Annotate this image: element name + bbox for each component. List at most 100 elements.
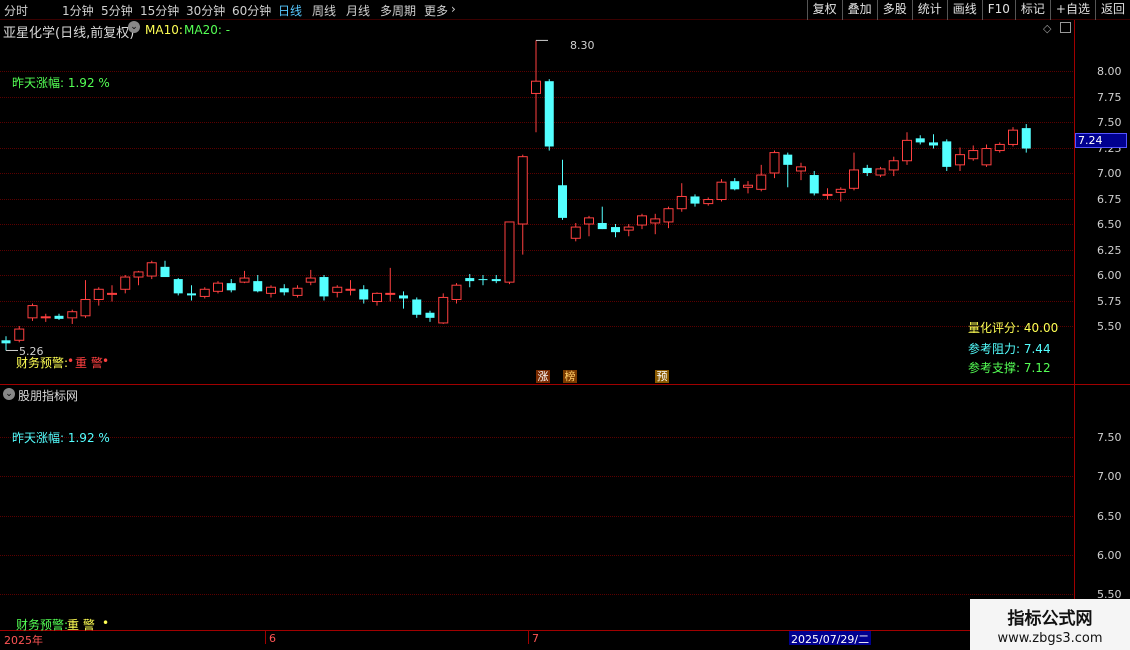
- candle[interactable]: [146, 260, 157, 280]
- candle[interactable]: [756, 164, 767, 192]
- candle-body: [981, 148, 992, 166]
- candle[interactable]: [597, 206, 607, 230]
- candle[interactable]: [849, 152, 859, 191]
- quant-score: 量化评分: 40.00: [968, 321, 1059, 335]
- candle[interactable]: [385, 267, 396, 302]
- candle[interactable]: [1, 336, 11, 351]
- candle[interactable]: [187, 285, 196, 301]
- candle[interactable]: [93, 287, 104, 306]
- candle[interactable]: [478, 275, 488, 286]
- candle[interactable]: [902, 132, 912, 165]
- candle[interactable]: [54, 313, 64, 320]
- candle[interactable]: [319, 275, 329, 301]
- candle[interactable]: [253, 275, 263, 293]
- candle[interactable]: [412, 297, 422, 318]
- candle[interactable]: [107, 285, 117, 302]
- candle[interactable]: [835, 187, 846, 202]
- candle[interactable]: [942, 139, 952, 171]
- candle[interactable]: [676, 183, 687, 212]
- candle[interactable]: [690, 194, 700, 207]
- candle[interactable]: [372, 292, 382, 306]
- support-level: 参考支撑: 7.12: [968, 361, 1051, 375]
- candle[interactable]: [438, 293, 449, 324]
- candle[interactable]: [425, 310, 435, 322]
- candle[interactable]: [504, 221, 515, 285]
- candle[interactable]: [558, 159, 567, 220]
- chevron-down-icon[interactable]: ⌄: [3, 388, 15, 400]
- candle[interactable]: [1021, 124, 1031, 153]
- candle[interactable]: [173, 278, 183, 296]
- candle[interactable]: [623, 224, 634, 237]
- candle-body: [716, 181, 727, 201]
- candle[interactable]: [994, 142, 1005, 153]
- candle-body: [266, 286, 276, 294]
- candle-body: [690, 196, 700, 204]
- candle[interactable]: [465, 273, 475, 288]
- event-tag-forecast[interactable]: 预: [655, 370, 669, 383]
- candle[interactable]: [888, 156, 899, 177]
- candle-body: [133, 271, 144, 278]
- candle[interactable]: [399, 291, 408, 309]
- candle[interactable]: [345, 280, 356, 296]
- candle[interactable]: [637, 213, 647, 230]
- candle[interactable]: [862, 164, 872, 177]
- candle-body: [345, 288, 356, 291]
- candle[interactable]: [40, 313, 51, 322]
- candle[interactable]: [517, 154, 528, 255]
- candle[interactable]: [359, 285, 369, 304]
- candle-body: [650, 218, 661, 224]
- candle-body: [531, 80, 541, 94]
- candle[interactable]: [822, 188, 833, 200]
- candle[interactable]: [239, 270, 250, 284]
- candle[interactable]: [611, 224, 620, 238]
- candle[interactable]: [67, 309, 78, 324]
- candle[interactable]: [531, 40, 541, 133]
- candle[interactable]: [783, 152, 793, 188]
- candle[interactable]: [929, 134, 938, 149]
- sub-y-tick: 7.50: [1097, 431, 1122, 444]
- candle[interactable]: [544, 79, 554, 151]
- candle[interactable]: [1008, 127, 1018, 147]
- candle[interactable]: [491, 275, 501, 284]
- event-tag-rank[interactable]: 榜: [563, 370, 577, 383]
- candle[interactable]: [332, 285, 343, 298]
- candle[interactable]: [279, 284, 289, 296]
- event-tag-limit-up[interactable]: 涨: [536, 370, 550, 383]
- candle[interactable]: [292, 285, 303, 298]
- candle[interactable]: [27, 303, 38, 321]
- candle[interactable]: [213, 281, 223, 294]
- candle[interactable]: [968, 145, 979, 161]
- candle[interactable]: [875, 166, 886, 178]
- candle[interactable]: [981, 144, 992, 167]
- candle[interactable]: [955, 147, 965, 171]
- candle[interactable]: [796, 162, 806, 181]
- candle[interactable]: [769, 150, 780, 179]
- candle[interactable]: [716, 179, 727, 202]
- sub-finance-warning-value: 重 警: [67, 618, 95, 632]
- candle[interactable]: [305, 269, 316, 286]
- candle[interactable]: [451, 283, 462, 304]
- back-button[interactable]: 返回: [1094, 0, 1130, 20]
- candle[interactable]: [915, 135, 925, 145]
- sub-y-tick: 6.50: [1097, 510, 1122, 523]
- y-tick: 6.75: [1097, 193, 1122, 206]
- candle[interactable]: [809, 170, 819, 196]
- candle[interactable]: [570, 222, 581, 242]
- candle[interactable]: [160, 260, 170, 278]
- candle-body: [544, 81, 554, 147]
- candle[interactable]: [584, 215, 594, 237]
- candle[interactable]: [650, 213, 661, 235]
- candle[interactable]: [120, 275, 131, 294]
- candle[interactable]: [730, 178, 740, 191]
- candlestick-chart[interactable]: [0, 0, 1075, 384]
- candle[interactable]: [199, 287, 210, 299]
- candle[interactable]: [743, 181, 753, 194]
- candle[interactable]: [133, 270, 144, 286]
- candle-body: [359, 289, 369, 300]
- candle[interactable]: [14, 326, 25, 343]
- candle[interactable]: [226, 279, 236, 293]
- candle[interactable]: [663, 206, 674, 229]
- candle[interactable]: [80, 280, 91, 318]
- candle[interactable]: [266, 285, 276, 298]
- candle[interactable]: [703, 197, 714, 206]
